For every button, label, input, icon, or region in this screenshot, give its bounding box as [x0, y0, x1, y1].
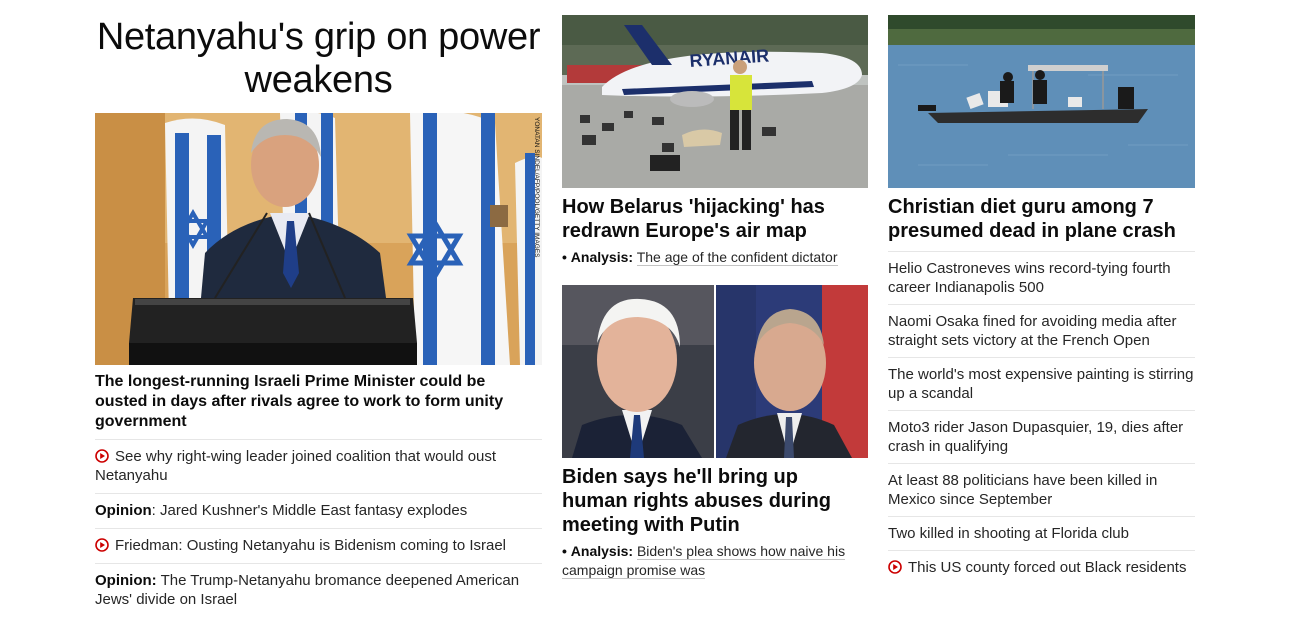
lead-image-link[interactable]: YONATAN SINDEL/AFP/POOL/GETTY IMAGES — [95, 113, 542, 365]
list-item[interactable]: The world's most expensive painting is s… — [888, 357, 1195, 410]
lead-story: Netanyahu's grip on power weakens YONATA… — [95, 0, 542, 617]
list-item[interactable]: Friedman: Ousting Netanyahu is Bidenism … — [95, 528, 542, 563]
list-item[interactable]: Opinion: The Trump-Netanyahu bromance de… — [95, 563, 542, 617]
belarus-analysis[interactable]: • Analysis: The age of the confident dic… — [562, 248, 868, 267]
biden-analysis[interactable]: • Analysis: Biden's plea shows how naive… — [562, 542, 868, 580]
belarus-headline[interactable]: How Belarus 'hijacking' has redrawn Euro… — [562, 195, 868, 243]
belarus-card: RYANAIR How Belarus 'hijacking' has redr… — [562, 15, 868, 267]
crash-image-link[interactable] — [888, 15, 1195, 188]
ryanair-plane-photo: RYANAIR — [562, 15, 868, 188]
list-item[interactable]: Opinion: Jared Kushner's Middle East fan… — [95, 493, 542, 528]
podium — [129, 298, 417, 365]
biden-headline[interactable]: Biden says he'll bring up human rights a… — [562, 465, 868, 537]
lake-boat-photo — [888, 15, 1195, 188]
list-item[interactable]: This US county forced out Black resident… — [888, 550, 1195, 584]
list-item[interactable]: Two killed in shooting at Florida club — [888, 516, 1195, 550]
play-video-icon — [95, 449, 109, 463]
belarus-image-link[interactable]: RYANAIR — [562, 15, 868, 188]
lead-related-links: See why right-wing leader joined coaliti… — [95, 439, 542, 617]
biden-image-link[interactable] — [562, 285, 868, 458]
play-video-icon — [888, 560, 902, 574]
lead-headline[interactable]: Netanyahu's grip on power weakens — [95, 16, 542, 102]
lead-caption[interactable]: The longest-running Israeli Prime Minist… — [95, 372, 542, 432]
list-item[interactable]: Naomi Osaka fined for avoiding media aft… — [888, 304, 1195, 357]
list-item[interactable]: Helio Castroneves wins record-tying four… — [888, 251, 1195, 304]
right-column: Christian diet guru among 7 presumed dea… — [888, 0, 1195, 584]
photo-credit: YONATAN SINDEL/AFP/POOL/GETTY IMAGES — [533, 117, 540, 258]
netanyahu-photo: YONATAN SINDEL/AFP/POOL/GETTY IMAGES — [95, 113, 542, 365]
crash-related-links: Helio Castroneves wins record-tying four… — [888, 251, 1195, 584]
list-item[interactable]: See why right-wing leader joined coaliti… — [95, 439, 542, 493]
middle-column: RYANAIR How Belarus 'hijacking' has redr… — [562, 0, 868, 580]
crash-headline[interactable]: Christian diet guru among 7 presumed dea… — [888, 195, 1195, 243]
crash-card: Christian diet guru among 7 presumed dea… — [888, 15, 1195, 584]
biden-putin-photo — [562, 285, 868, 458]
list-item[interactable]: At least 88 politicians have been killed… — [888, 463, 1195, 516]
list-item[interactable]: Moto3 rider Jason Dupasquier, 19, dies a… — [888, 410, 1195, 463]
biden-card: Biden says he'll bring up human rights a… — [562, 285, 868, 580]
play-video-icon — [95, 538, 109, 552]
